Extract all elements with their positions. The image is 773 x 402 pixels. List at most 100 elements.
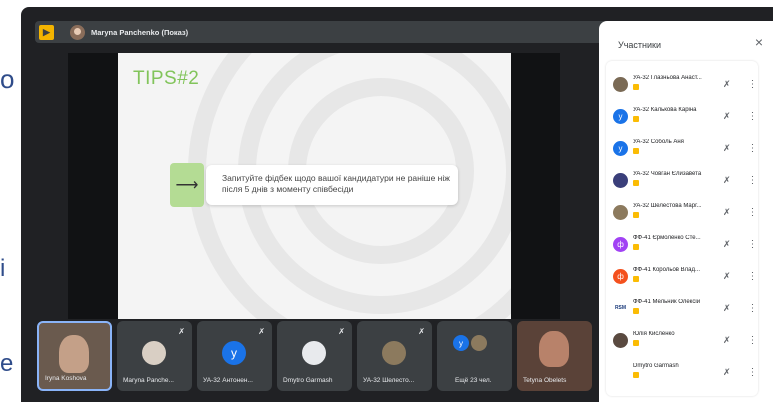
participant-tile[interactable]: ✗ Dmytro Garmash (277, 321, 352, 391)
slide: TIPS#2 ⟶ Запитуйте фідбек щодо вашої кан… (118, 53, 511, 319)
participant-avatar (302, 341, 326, 365)
participant-avatar (613, 76, 628, 92)
participant-avatar: ф (613, 268, 628, 284)
presenter-avatar (70, 24, 85, 40)
badge-icon (633, 212, 639, 218)
participant-name: ФФ-41 Корольов Влад... (633, 267, 700, 273)
participant-row[interactable]: ф ФФ-41 Єрмоленко Сте... ✗ ⋮ (606, 229, 758, 259)
more-options-icon[interactable]: ⋮ (748, 303, 758, 314)
participant-row[interactable]: у УА-32 Соболь Аня ✗ ⋮ (606, 133, 758, 163)
participant-avatar (613, 204, 628, 220)
more-options-icon[interactable]: ⋮ (748, 111, 758, 122)
participant-avatar (471, 335, 487, 351)
participant-name: УА-32 Човган Єлизавета (633, 171, 702, 177)
more-options-icon[interactable]: ⋮ (748, 175, 758, 186)
badge-icon (633, 340, 639, 346)
participant-tile[interactable]: ✗ УА-32 Шелесто... (357, 321, 432, 391)
more-options-icon[interactable]: ⋮ (748, 367, 758, 378)
participant-avatar (142, 341, 166, 365)
participant-row[interactable]: у УА-32 Калькова Каріна ✗ ⋮ (606, 101, 758, 131)
mic-off-icon: ✗ (178, 327, 185, 336)
background-slide-fragment-o: o (0, 64, 15, 94)
participant-tile[interactable]: ✗ у УА-32 Антонен... (197, 321, 272, 391)
badge-icon (633, 84, 639, 90)
participant-row[interactable]: RSM ФФ-41 Мельник Олексій ✗ ⋮ (606, 293, 758, 323)
mic-off-icon: ✗ (418, 327, 425, 336)
participant-avatar: ф (613, 236, 628, 252)
tile-name: УА-32 Антонен... (203, 377, 253, 384)
mic-off-icon[interactable]: ✗ (723, 239, 731, 250)
presentation-stage: TIPS#2 ⟶ Запитуйте фідбек щодо вашої кан… (68, 53, 560, 319)
badge-icon (633, 276, 639, 282)
participant-avatar: у (613, 108, 628, 124)
more-options-icon[interactable]: ⋮ (748, 79, 758, 90)
meet-window: ▶ Maryna Panchenko (Показ) TIPS#2 ⟶ Запи… (21, 7, 773, 402)
participant-avatar: у (453, 335, 469, 351)
tile-name: Tetyna Obelets (523, 377, 567, 384)
more-options-icon[interactable]: ⋮ (748, 207, 758, 218)
participant-row[interactable]: УА-32 Шелестова Марг... ✗ ⋮ (606, 197, 758, 227)
participants-panel: Участники × УА-32 Глазньова Анаст... ✗ ⋮… (599, 21, 773, 402)
slide-text: Запитуйте фідбек щодо вашої кандидатури … (222, 173, 450, 194)
participant-avatar (613, 364, 628, 380)
mic-off-icon: ✗ (338, 327, 345, 336)
mic-off-icon[interactable]: ✗ (723, 143, 731, 154)
more-participants-label: Ещё 23 чел. (455, 377, 492, 384)
participant-video (539, 331, 569, 367)
participant-avatar (613, 332, 628, 348)
badge-icon (633, 308, 639, 314)
mic-off-icon[interactable]: ✗ (723, 335, 731, 346)
more-options-icon[interactable]: ⋮ (748, 335, 758, 346)
mic-off-icon[interactable]: ✗ (723, 271, 731, 282)
slide-text-card: Запитуйте фідбек щодо вашої кандидатури … (206, 165, 458, 205)
participant-avatar: у (222, 341, 246, 365)
badge-icon (633, 148, 639, 154)
mic-off-icon[interactable]: ✗ (723, 175, 731, 186)
presentation-logo-icon: ▶ (39, 24, 54, 40)
badge-icon (633, 372, 639, 378)
participant-tile[interactable]: ✗ Maryna Panche... (117, 321, 192, 391)
mic-off-icon[interactable]: ✗ (723, 303, 731, 314)
arrow-icon: ⟶ (170, 163, 204, 207)
mic-off-icon[interactable]: ✗ (723, 367, 731, 378)
more-options-icon[interactable]: ⋮ (748, 143, 758, 154)
participant-video (59, 335, 89, 373)
mic-off-icon[interactable]: ✗ (723, 79, 731, 90)
tile-name: Dmytro Garmash (283, 377, 333, 384)
tile-name: Maryna Panche... (123, 377, 174, 384)
more-options-icon[interactable]: ⋮ (748, 271, 758, 282)
mic-off-icon[interactable]: ✗ (723, 207, 731, 218)
participant-name: Юлія Кисленко (633, 331, 675, 337)
mic-off-icon: ✗ (258, 327, 265, 336)
close-icon[interactable]: × (755, 34, 763, 50)
participant-tile[interactable]: Tetyna Obelets (517, 321, 592, 391)
tile-name: УА-32 Шелесто... (363, 377, 415, 384)
tile-name: Iryna Koshova (45, 375, 87, 382)
participant-avatar: RSM (613, 300, 628, 316)
slide-title: TIPS#2 (133, 68, 200, 89)
participants-list[interactable]: УА-32 Глазньова Анаст... ✗ ⋮ у УА-32 Кал… (606, 61, 758, 396)
participants-panel-title: Участники (618, 40, 661, 50)
participant-tile-active[interactable]: Iryna Koshova (37, 321, 112, 391)
background-slide-fragment-i: i (0, 255, 6, 282)
participant-row[interactable]: УА-32 Човган Єлизавета ✗ ⋮ (606, 165, 758, 195)
participant-name: УА-32 Соболь Аня (633, 139, 684, 145)
mic-off-icon[interactable]: ✗ (723, 111, 731, 122)
more-options-icon[interactable]: ⋮ (748, 239, 758, 250)
participant-row[interactable]: Dmytro Garmash ✗ ⋮ (606, 357, 758, 387)
presenter-bar: ▶ Maryna Panchenko (Показ) (35, 21, 607, 43)
presenter-name: Maryna Panchenko (Показ) (91, 27, 189, 37)
participant-name: УА-32 Глазньова Анаст... (633, 75, 702, 81)
participant-avatar (613, 172, 628, 188)
participant-row[interactable]: Юлія Кисленко ✗ ⋮ (606, 325, 758, 355)
background-slide-fragment-e: e (0, 350, 14, 377)
participant-name: УА-32 Калькова Каріна (633, 107, 697, 113)
participant-avatar: у (613, 140, 628, 156)
badge-icon (633, 180, 639, 186)
participant-name: УА-32 Шелестова Марг... (633, 203, 702, 209)
participant-row[interactable]: УА-32 Глазньова Анаст... ✗ ⋮ (606, 69, 758, 99)
participant-name: Dmytro Garmash (633, 363, 679, 369)
participant-row[interactable]: ф ФФ-41 Корольов Влад... ✗ ⋮ (606, 261, 758, 291)
badge-icon (633, 244, 639, 250)
more-participants-tile[interactable]: у Ещё 23 чел. (437, 321, 512, 391)
